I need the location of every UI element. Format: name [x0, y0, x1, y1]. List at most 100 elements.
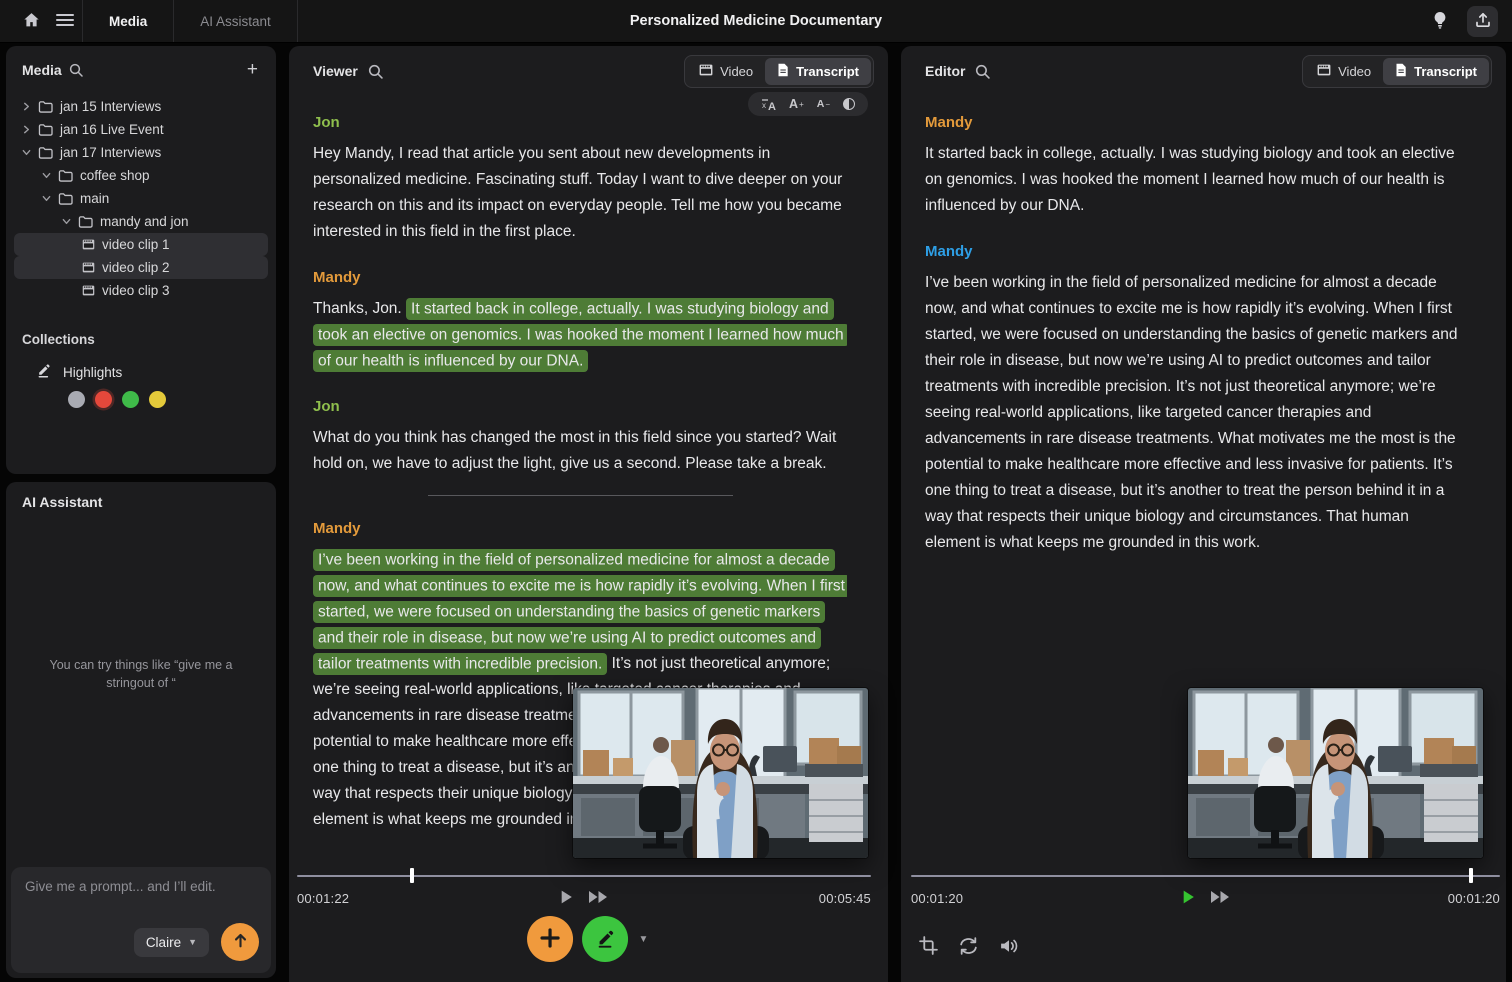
tree-clip-video-clip-3[interactable]: video clip 3 [14, 279, 268, 302]
speaker-name[interactable]: Mandy [313, 265, 847, 291]
editor-transcript-tab[interactable]: Transcript [1383, 58, 1489, 85]
tree-folder-jan-15-Interviews[interactable]: jan 15 Interviews [14, 95, 268, 118]
editor-timeline[interactable] [911, 868, 1500, 884]
add-media-button[interactable]: + [243, 58, 262, 81]
ai-assistant-hint: You can try things like “give me a strin… [41, 656, 241, 692]
chevron-down-icon: ▼ [188, 937, 197, 947]
replace-clip-button[interactable] [958, 937, 979, 958]
tree-clip-video-clip-1[interactable]: video clip 1 [14, 233, 268, 256]
tree-folder-jan-17-Interviews[interactable]: jan 17 Interviews [14, 141, 268, 164]
editor-current-time: 00:01:20 [911, 891, 963, 906]
tree-folder-jan-16-Live-Event[interactable]: jan 16 Live Event [14, 118, 268, 141]
home-button[interactable] [14, 6, 48, 36]
font-increase-icon[interactable]: A+ [789, 97, 804, 111]
editor-video-tab[interactable]: Video [1305, 58, 1383, 85]
film-icon [699, 64, 713, 79]
tips-button[interactable] [1423, 6, 1457, 36]
add-to-timeline-button[interactable] [527, 916, 573, 962]
crop-icon [919, 936, 938, 958]
export-button[interactable] [1467, 6, 1498, 37]
transcript-paragraph[interactable]: Thanks, Jon. It started back in college,… [313, 296, 847, 374]
chevron-right-icon[interactable] [22, 102, 31, 111]
chevron-down-icon[interactable] [42, 171, 51, 180]
highlight-button[interactable] [582, 916, 628, 962]
tree-folder-mandy-and-jon[interactable]: mandy and jon [14, 210, 268, 233]
volume-button[interactable] [999, 937, 1019, 958]
highlight-color-dot[interactable] [122, 391, 139, 408]
contrast-icon[interactable] [843, 98, 855, 110]
transcript-paragraph[interactable]: I’ve been working in the field of person… [925, 270, 1463, 556]
folder-icon [38, 100, 53, 113]
transcript-text[interactable]: Thanks, Jon. [313, 300, 406, 317]
chevron-right-icon[interactable] [22, 125, 31, 134]
editor-timeline-track [911, 875, 1500, 877]
speaker-name[interactable]: Jon [313, 110, 847, 136]
crop-button[interactable] [919, 936, 938, 958]
speaker-name[interactable]: Mandy [925, 110, 1463, 136]
document-icon [777, 63, 789, 80]
editor-play-button[interactable] [1181, 889, 1196, 908]
hamburger-icon [56, 13, 74, 30]
search-icon[interactable] [368, 64, 383, 79]
editor-video-thumbnail[interactable] [1188, 688, 1483, 858]
chevron-down-icon[interactable] [22, 148, 31, 157]
viewer-total-time: 00:05:45 [819, 891, 871, 906]
font-style-icon[interactable]: xA [761, 98, 776, 111]
highlight-color-dot[interactable] [68, 391, 85, 408]
editor-fast-forward-button[interactable] [1210, 889, 1231, 908]
viewer-video-tab[interactable]: Video [687, 58, 765, 85]
ai-assistant-panel: AI Assistant You can try things like “gi… [6, 482, 276, 978]
highlighter-pen-icon [594, 927, 616, 952]
transcript-paragraph[interactable]: It started back in college, actually. I … [925, 141, 1463, 219]
speaker-name[interactable]: Mandy [925, 239, 1463, 265]
viewer-fast-forward-button[interactable] [588, 889, 609, 908]
search-icon[interactable] [69, 63, 83, 77]
clip-icon [82, 239, 95, 250]
viewer-video-thumbnail[interactable] [573, 688, 868, 858]
transcript-text[interactable]: I’ve been working in the field of person… [925, 274, 1457, 551]
highlight-color-dot[interactable] [95, 391, 112, 408]
main-menu-button[interactable] [48, 6, 82, 36]
speaker-name[interactable]: Jon [313, 394, 847, 420]
lightbulb-icon [1432, 11, 1448, 32]
tree-folder-coffee-shop[interactable]: coffee shop [14, 164, 268, 187]
tab-media[interactable]: Media [83, 0, 173, 42]
chevron-down-icon[interactable] [42, 194, 51, 203]
folder-icon [58, 169, 73, 182]
viewer-transcript-tab[interactable]: Transcript [765, 58, 871, 85]
transcript-paragraph[interactable]: What do you think has changed the most i… [313, 425, 847, 477]
viewer-play-button[interactable] [559, 889, 574, 908]
highlight-color-dot[interactable] [149, 391, 166, 408]
project-title: Personalized Medicine Documentary [630, 13, 882, 29]
viewer-playhead[interactable] [410, 868, 414, 883]
transcript-text[interactable]: It started back in college, actually. I … [925, 145, 1455, 214]
transcript-text[interactable]: What do you think has changed the most i… [313, 429, 836, 472]
transcript-text[interactable]: Hey Mandy, I read that article you sent … [313, 145, 842, 240]
transcript-paragraph[interactable]: Hey Mandy, I read that article you sent … [313, 141, 847, 245]
viewer-timeline-track [297, 875, 871, 877]
agent-select-button[interactable]: Claire ▼ [134, 928, 209, 957]
chevron-down-icon[interactable] [62, 217, 71, 226]
editor-playhead[interactable] [1469, 868, 1473, 883]
tree-item-label: video clip 2 [102, 260, 170, 275]
home-icon [23, 12, 40, 31]
viewer-view-toggle: Video Transcript [684, 55, 874, 88]
agent-name: Claire [146, 935, 181, 950]
prompt-input[interactable] [25, 879, 257, 919]
viewer-timeline[interactable] [297, 868, 871, 884]
media-panel: Media + jan 15 Interviewsjan 16 Live Eve… [6, 46, 276, 474]
folder-icon [38, 123, 53, 136]
tree-folder-main[interactable]: main [14, 187, 268, 210]
folder-icon [38, 146, 53, 159]
send-prompt-button[interactable] [221, 923, 259, 961]
play-icon [1181, 889, 1196, 908]
collection-highlights[interactable]: Highlights [36, 363, 260, 381]
font-decrease-icon[interactable]: A− [817, 98, 830, 110]
tab-ai-assistant[interactable]: AI Assistant [174, 0, 297, 42]
tree-clip-video-clip-2[interactable]: video clip 2 [14, 256, 268, 279]
search-icon[interactable] [975, 64, 990, 79]
highlight-options-caret[interactable]: ▼ [637, 932, 651, 947]
tree-item-label: jan 17 Interviews [60, 145, 161, 160]
speaker-name[interactable]: Mandy [313, 516, 847, 542]
folder-icon [78, 215, 93, 228]
